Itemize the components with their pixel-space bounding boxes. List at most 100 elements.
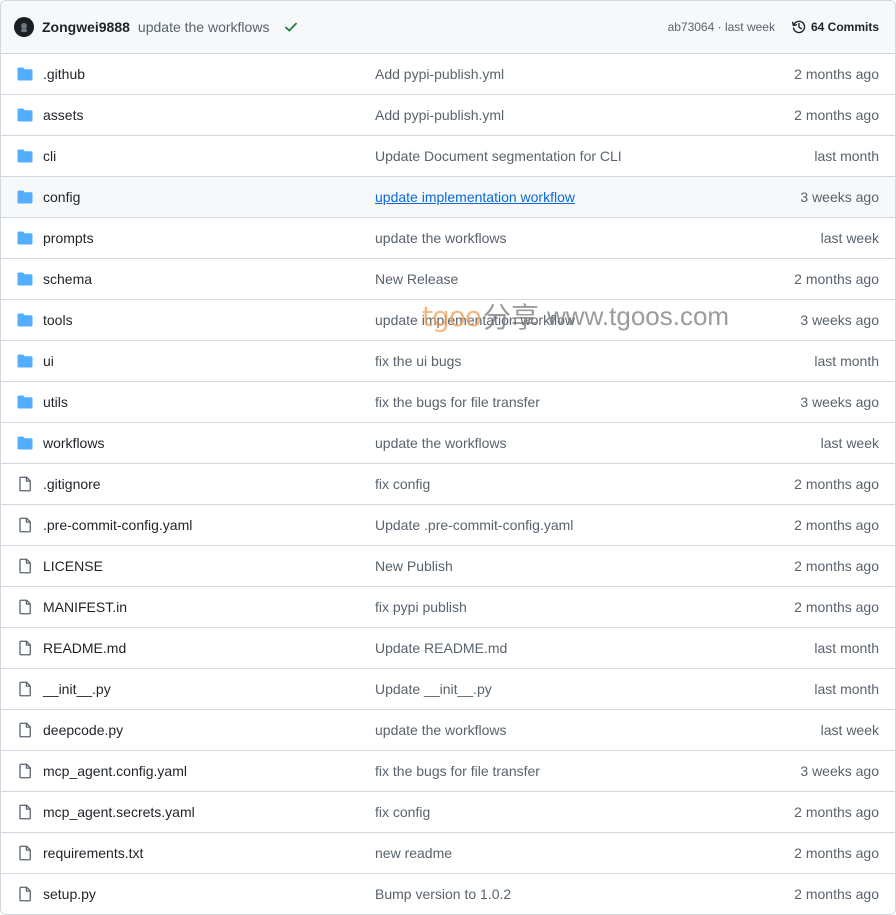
file-row[interactable]: requirements.txt new readme 2 months ago (1, 833, 895, 874)
commit-message-link[interactable]: fix the bugs for file transfer (375, 763, 540, 779)
commit-message-link[interactable]: update the workflows (375, 435, 507, 451)
commit-message-link[interactable]: fix config (375, 804, 430, 820)
commit-message-link[interactable]: Add pypi-publish.yml (375, 107, 504, 123)
commit-message-link[interactable]: fix the ui bugs (375, 353, 461, 369)
commit-message-link[interactable]: fix config (375, 476, 430, 492)
commits-count-label: 64 Commits (810, 20, 879, 34)
folder-icon (17, 230, 33, 246)
file-name-link[interactable]: cli (43, 148, 56, 164)
file-name-link[interactable]: deepcode.py (43, 722, 123, 738)
file-row[interactable]: utils fix the bugs for file transfer 3 wee… (1, 382, 895, 423)
commit-message-link[interactable]: new readme (375, 845, 452, 861)
file-row[interactable]: assets Add pypi-publish.yml 2 months ago (1, 95, 895, 136)
file-icon (17, 640, 33, 656)
file-row[interactable]: deepcode.py update the workflows last week (1, 710, 895, 751)
file-name-link[interactable]: MANIFEST.in (43, 599, 127, 615)
file-name-link[interactable]: setup.py (43, 886, 96, 902)
avatar[interactable] (14, 17, 34, 37)
commit-date: 3 weeks ago (800, 189, 879, 205)
file-list: .github Add pypi-publish.yml 2 months ago a… (1, 54, 895, 914)
file-row[interactable]: mcp_agent.config.yaml fix the bugs for fi… (1, 751, 895, 792)
file-name-link[interactable]: prompts (43, 230, 94, 246)
file-row[interactable]: MANIFEST.in fix pypi publish 2 months ago (1, 587, 895, 628)
file-name-link[interactable]: mcp_agent.config.yaml (43, 763, 187, 779)
commit-message-link[interactable]: New Publish (375, 558, 453, 574)
commits-button[interactable]: 64 Commits (791, 19, 879, 35)
file-name-link[interactable]: .gitignore (43, 476, 101, 492)
commit-message-link[interactable]: Add pypi-publish.yml (375, 66, 504, 82)
file-icon (17, 599, 33, 615)
file-row[interactable]: tools update implementation workflow 3 wee… (1, 300, 895, 341)
file-row[interactable]: prompts update the workflows last week (1, 218, 895, 259)
commit-message-link[interactable]: Update README.md (375, 640, 507, 656)
commit-date: 3 weeks ago (800, 312, 879, 328)
commit-hash-date[interactable]: ab73064 · last week (668, 20, 775, 34)
file-name-link[interactable]: ui (43, 353, 54, 369)
file-name-link[interactable]: schema (43, 271, 92, 287)
file-name-link[interactable]: utils (43, 394, 68, 410)
file-row[interactable]: mcp_agent.secrets.yaml fix config 2 months… (1, 792, 895, 833)
folder-icon (17, 271, 33, 287)
file-name-link[interactable]: tools (43, 312, 73, 328)
commit-date: 2 months ago (794, 107, 879, 123)
commit-date: 2 months ago (794, 271, 879, 287)
file-name-link[interactable]: .github (43, 66, 85, 82)
file-name-link[interactable]: __init__.py (43, 681, 111, 697)
file-name-link[interactable]: mcp_agent.secrets.yaml (43, 804, 195, 820)
file-row[interactable]: ui fix the ui bugs last month (1, 341, 895, 382)
file-row[interactable]: cli Update Document segmentation for CLI l… (1, 136, 895, 177)
commit-date: last month (814, 681, 879, 697)
commit-date: 2 months ago (794, 845, 879, 861)
folder-icon (17, 435, 33, 451)
latest-commit-bar: Zongwei9888 update the workflows ab73064… (1, 1, 895, 54)
commit-date: 2 months ago (794, 517, 879, 533)
commit-date: 3 weeks ago (800, 394, 879, 410)
commit-date: last week (820, 230, 879, 246)
commit-message-link[interactable]: New Release (375, 271, 458, 287)
history-icon (791, 20, 806, 34)
commit-message-link[interactable]: Update .pre-commit-config.yaml (375, 517, 573, 533)
commit-message[interactable]: update the workflows (138, 19, 270, 35)
file-row[interactable]: README.md Update README.md last month (1, 628, 895, 669)
folder-icon (17, 394, 33, 410)
file-row[interactable]: setup.py Bump version to 1.0.2 2 months ag… (1, 874, 895, 914)
commit-message-link[interactable]: fix pypi publish (375, 599, 467, 615)
check-icon[interactable] (283, 19, 299, 35)
folder-icon (17, 189, 33, 205)
file-icon (17, 517, 33, 533)
commit-date: 3 weeks ago (800, 763, 879, 779)
file-icon (17, 886, 33, 902)
file-name-link[interactable]: workflows (43, 435, 104, 451)
commit-author[interactable]: Zongwei9888 (42, 19, 130, 35)
commit-date: last week (820, 722, 879, 738)
file-row[interactable]: config update implementation workflow 3 we… (1, 177, 895, 218)
file-icon (17, 476, 33, 492)
file-row[interactable]: .gitignore fix config 2 months ago (1, 464, 895, 505)
file-name-link[interactable]: README.md (43, 640, 126, 656)
commit-message-link[interactable]: update the workflows (375, 722, 507, 738)
file-row[interactable]: workflows update the workflows last week (1, 423, 895, 464)
file-row[interactable]: .github Add pypi-publish.yml 2 months ago (1, 54, 895, 95)
commit-date: 2 months ago (794, 558, 879, 574)
commit-date: last week (820, 435, 879, 451)
commit-message-link[interactable]: fix the bugs for file transfer (375, 394, 540, 410)
file-name-link[interactable]: assets (43, 107, 83, 123)
file-row[interactable]: __init__.py Update __init__.py last month (1, 669, 895, 710)
file-name-link[interactable]: .pre-commit-config.yaml (43, 517, 192, 533)
commit-date: 2 months ago (794, 804, 879, 820)
file-icon (17, 722, 33, 738)
file-row[interactable]: .pre-commit-config.yaml Update .pre-commi… (1, 505, 895, 546)
file-row[interactable]: schema New Release 2 months ago (1, 259, 895, 300)
commit-message-link[interactable]: Update __init__.py (375, 681, 492, 697)
commit-message-link[interactable]: Bump version to 1.0.2 (375, 886, 511, 902)
commit-message-link[interactable]: update implementation workflow (375, 189, 575, 205)
commit-date: 2 months ago (794, 599, 879, 615)
file-name-link[interactable]: config (43, 189, 80, 205)
commit-message-link[interactable]: update implementation workflow (375, 312, 575, 328)
file-row[interactable]: LICENSE New Publish 2 months ago (1, 546, 895, 587)
file-name-link[interactable]: requirements.txt (43, 845, 143, 861)
folder-icon (17, 66, 33, 82)
commit-message-link[interactable]: Update Document segmentation for CLI (375, 148, 622, 164)
file-name-link[interactable]: LICENSE (43, 558, 103, 574)
commit-message-link[interactable]: update the workflows (375, 230, 507, 246)
